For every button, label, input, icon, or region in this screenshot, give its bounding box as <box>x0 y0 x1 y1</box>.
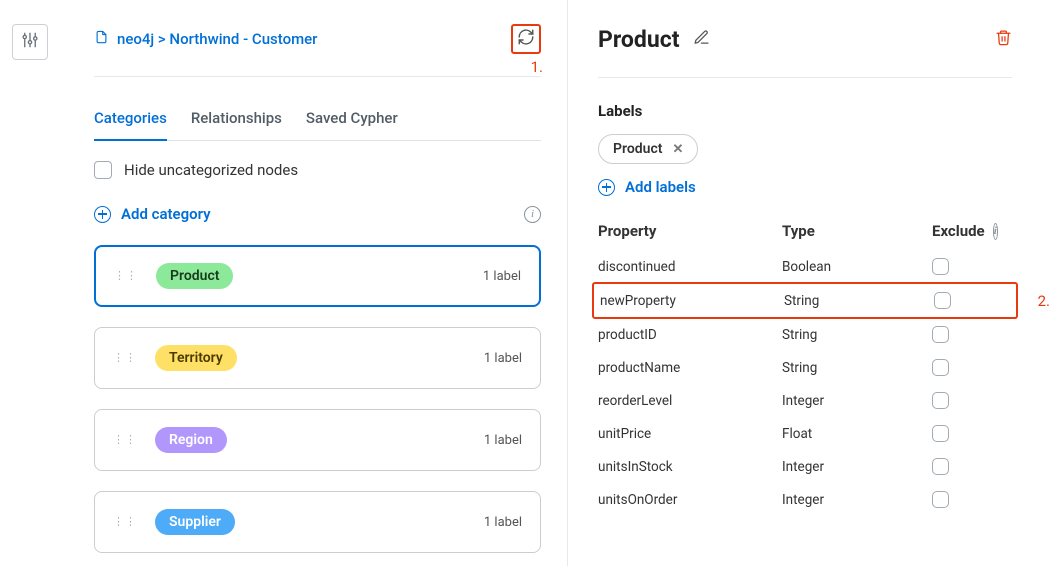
refresh-icon <box>517 28 535 50</box>
property-row: newPropertyString <box>600 284 1010 317</box>
property-name: newProperty <box>600 293 784 309</box>
col-type: Type <box>782 222 932 240</box>
drag-handle-icon[interactable]: ⋮⋮ <box>113 437 137 443</box>
detail-header: Product <box>598 26 1012 78</box>
col-exclude: Exclude i <box>932 222 998 240</box>
add-category-button[interactable]: Add category <box>94 205 211 223</box>
property-row: productNameString <box>598 351 1012 384</box>
category-card[interactable]: ⋮⋮ Region 1 label <box>94 409 541 471</box>
property-name: reorderLevel <box>598 393 782 409</box>
annotation-1: 1. <box>531 58 543 76</box>
label-chip-text: Product <box>613 141 662 157</box>
category-meta: 1 label <box>484 433 522 448</box>
property-name: unitsInStock <box>598 459 782 475</box>
highlighted-property-row: newPropertyString2. <box>592 282 1018 319</box>
plus-circle-icon <box>94 206 111 223</box>
file-icon <box>94 28 109 50</box>
property-row: discontinuedBoolean <box>598 250 1012 283</box>
property-table-header: Property Type Exclude i <box>598 222 1012 240</box>
property-name: productID <box>598 327 782 343</box>
property-type: Float <box>782 426 932 442</box>
category-pill: Region <box>155 427 227 453</box>
remove-label-button[interactable]: ✕ <box>672 142 683 157</box>
category-card[interactable]: ⋮⋮ Territory 1 label <box>94 327 541 389</box>
exclude-checkbox[interactable] <box>932 359 949 376</box>
perspective-panel: neo4j > Northwind - Customer 1. Categori… <box>68 0 568 566</box>
exclude-checkbox[interactable] <box>932 392 949 409</box>
add-category-row: Add category i <box>94 205 541 223</box>
exclude-info-icon[interactable]: i <box>993 223 998 240</box>
property-list: discontinuedBooleannewPropertyString2.pr… <box>598 250 1012 516</box>
property-name: unitsOnOrder <box>598 492 782 508</box>
label-chip: Product ✕ <box>598 134 698 164</box>
category-meta: 1 label <box>483 269 521 284</box>
category-pill: Territory <box>155 345 237 371</box>
hide-uncategorized-row: Hide uncategorized nodes <box>94 161 541 179</box>
property-type: String <box>784 293 934 309</box>
add-labels-button[interactable]: Add labels <box>598 178 1012 196</box>
tab-saved-cypher[interactable]: Saved Cypher <box>306 99 398 140</box>
edit-title-button[interactable] <box>693 29 710 50</box>
property-row: unitsInStockInteger <box>598 450 1012 483</box>
add-category-label: Add category <box>121 205 211 223</box>
detail-title: Product <box>598 26 679 53</box>
hide-uncategorized-checkbox[interactable] <box>94 161 112 179</box>
category-meta: 1 label <box>484 515 522 530</box>
tabs: Categories Relationships Saved Cypher <box>94 99 541 141</box>
plus-circle-icon <box>598 179 615 196</box>
drag-handle-icon[interactable]: ⋮⋮ <box>113 519 137 525</box>
property-row: reorderLevelInteger <box>598 384 1012 417</box>
exclude-checkbox[interactable] <box>932 425 949 442</box>
exclude-checkbox[interactable] <box>932 326 949 343</box>
tab-relationships[interactable]: Relationships <box>191 99 282 140</box>
col-exclude-label: Exclude <box>932 222 985 240</box>
hide-uncategorized-label: Hide uncategorized nodes <box>124 161 298 179</box>
category-pill: Supplier <box>155 509 235 535</box>
delete-button[interactable] <box>995 28 1012 51</box>
property-type: Integer <box>782 393 932 409</box>
property-name: discontinued <box>598 259 782 275</box>
category-meta: 1 label <box>484 351 522 366</box>
sliders-icon <box>21 31 39 53</box>
col-property: Property <box>598 222 782 240</box>
exclude-checkbox[interactable] <box>934 292 951 309</box>
category-card[interactable]: ⋮⋮ Supplier 1 label <box>94 491 541 553</box>
property-name: unitPrice <box>598 426 782 442</box>
breadcrumb-text: neo4j > Northwind - Customer <box>117 30 318 48</box>
tab-categories[interactable]: Categories <box>94 99 167 141</box>
category-card[interactable]: ⋮⋮ Product 1 label <box>94 245 541 307</box>
annotation-2: 2. <box>1038 292 1050 310</box>
property-row: unitsOnOrderInteger <box>598 483 1012 516</box>
exclude-checkbox[interactable] <box>932 258 949 275</box>
property-type: Boolean <box>782 259 932 275</box>
category-list: ⋮⋮ Product 1 label ⋮⋮ Territory 1 label ⋮⋮ Regi… <box>94 245 541 553</box>
detail-panel: Product Labels Product ✕ Add labels Prop… <box>580 0 1040 566</box>
drag-handle-icon[interactable]: ⋮⋮ <box>114 273 138 279</box>
panel-header: neo4j > Northwind - Customer 1. <box>94 24 541 77</box>
exclude-checkbox[interactable] <box>932 458 949 475</box>
exclude-checkbox[interactable] <box>932 491 949 508</box>
property-type: Integer <box>782 459 932 475</box>
property-name: productName <box>598 360 782 376</box>
category-pill: Product <box>156 263 233 289</box>
property-row: productIDString <box>598 318 1012 351</box>
refresh-button[interactable] <box>511 24 541 54</box>
labels-heading: Labels <box>598 102 1012 120</box>
property-type: String <box>782 327 932 343</box>
drag-handle-icon[interactable]: ⋮⋮ <box>113 355 137 361</box>
info-icon[interactable]: i <box>524 206 541 223</box>
property-type: String <box>782 360 932 376</box>
add-labels-text: Add labels <box>625 178 696 196</box>
property-type: Integer <box>782 492 932 508</box>
property-row: unitPriceFloat <box>598 417 1012 450</box>
breadcrumb[interactable]: neo4j > Northwind - Customer <box>94 28 318 50</box>
sidebar-toggle-button[interactable] <box>12 24 48 60</box>
